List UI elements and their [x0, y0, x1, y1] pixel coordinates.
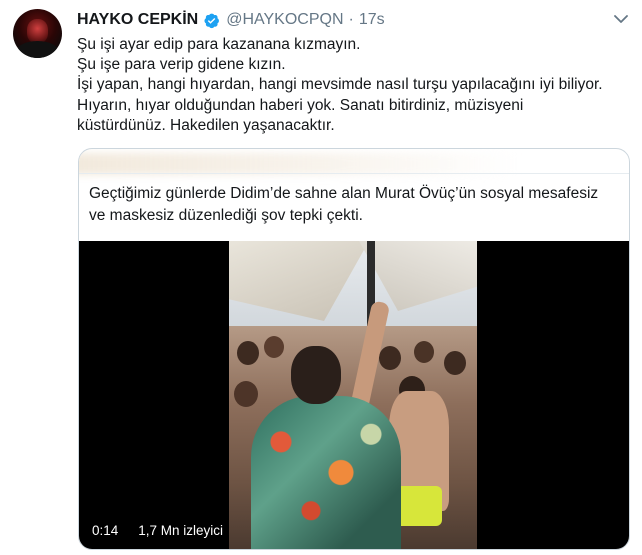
avatar[interactable] [13, 9, 62, 58]
display-name[interactable]: HAYKO CEPKİN [77, 11, 198, 29]
separator-dot: · [348, 11, 354, 28]
card-divider [79, 173, 629, 174]
video-player[interactable]: 0:14 1,7 Mn izleyici [79, 241, 629, 549]
tweet-text-line: küstürdünüz. Hakedilen yaşanacaktır. [77, 117, 335, 134]
tweet-text-line: Şu işe para verip gidene kızın. [77, 56, 286, 73]
video-info-bar: 0:14 1,7 Mn izleyici [92, 523, 223, 538]
handle[interactable]: @HAYKOCPQN [226, 11, 343, 29]
quoted-text-line: Geçtiğimiz günlerde Didim’de sahne alan … [89, 185, 599, 202]
avatar-face [27, 19, 48, 43]
tweet-text-line: İşi yapan, hangi hıyardan, hangi mevsimd… [77, 76, 603, 93]
tweet: HAYKO CEPKİN @HAYKOCPQN · 17s Şu işi aya… [0, 0, 642, 555]
chevron-down-icon[interactable] [614, 14, 628, 24]
avatar-shoulders [17, 41, 58, 58]
video-duration: 0:14 [92, 523, 119, 538]
tweet-text-line: Şu işi ayar edip para kazanana kızmayın. [77, 36, 361, 53]
verified-badge-icon [203, 12, 220, 29]
tweet-text: Şu işi ayar edip para kazanana kızmayın.… [77, 36, 632, 135]
quoted-tweet-header-blurred [79, 149, 629, 175]
quoted-tweet-card[interactable]: Geçtiğimiz günlerde Didim’de sahne alan … [78, 148, 630, 550]
tweet-text-line: Hıyarın, hıyar olduğundan haberi yok. Sa… [77, 97, 524, 114]
quoted-text-line: ve maskesiz düzenlediği şov tepki çekti. [89, 207, 363, 224]
quoted-tweet-text: Geçtiğimiz günlerde Didim’de sahne alan … [89, 183, 619, 227]
video-view-count: 1,7 Mn izleyici [138, 523, 224, 538]
video-thumbnail [229, 241, 477, 549]
tweet-header: HAYKO CEPKİN @HAYKOCPQN · 17s [77, 10, 385, 30]
timestamp[interactable]: 17s [359, 11, 385, 29]
